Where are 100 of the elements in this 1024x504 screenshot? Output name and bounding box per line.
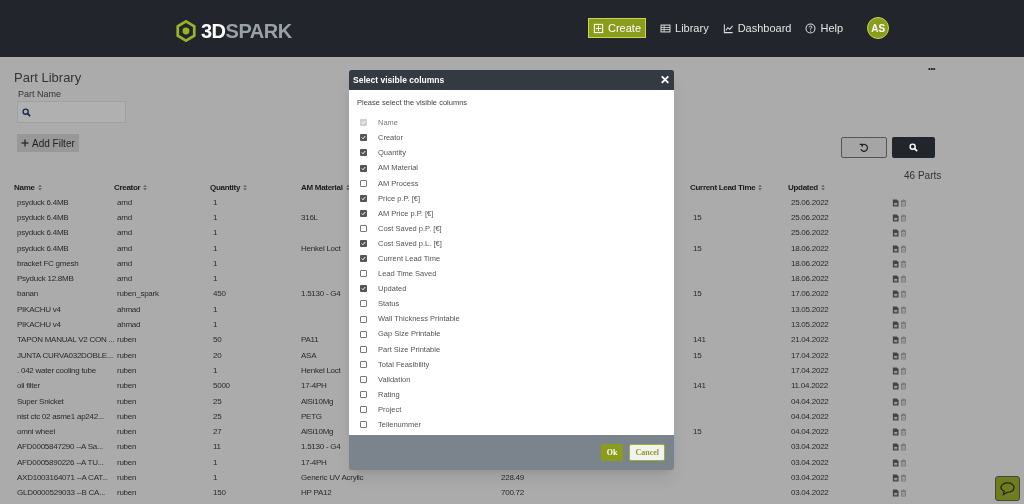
table-cell: 450 [213,289,226,299]
trash-icon [900,244,907,253]
table-cell: 228.49 [501,473,524,482]
table-cell: arnd [117,212,132,222]
table-cell: 21.04.2022 [791,335,829,345]
column-header[interactable]: Creator [114,181,141,194]
checkbox[interactable] [360,330,367,338]
table-cell: 1 [213,228,218,238]
trash-icon [900,489,907,498]
add-filter-button[interactable]: Add Filter [17,134,79,152]
column-header[interactable]: Current Lead Time [690,181,756,194]
table-cell: arnd [117,243,132,253]
nav-link[interactable]: Help [805,19,844,37]
table-cell: psyduck 6.4MB [17,228,69,238]
table-cell: PIKACHU v4 [17,320,61,329]
trash-icon [900,474,907,482]
reset-button[interactable] [841,137,887,158]
checkbox[interactable] [360,270,367,278]
table-cell: ahmad [117,320,141,329]
table-cell: bracket FC gmesh [17,258,79,268]
table-cell: 17.04.2022 [791,365,829,375]
checkbox[interactable] [360,406,367,414]
checkbox[interactable] [360,224,367,232]
table-cell: AlSi10Mg [301,396,334,406]
checkbox[interactable] [360,375,367,383]
table-cell: PA11 [301,335,319,345]
table-cell: TAPON MANUAL V2 CON ... [17,335,115,345]
table-cell: 1 [213,304,218,314]
table-cell: ruben [117,350,137,360]
table-cell: 04.04.2022 [791,411,829,421]
table-cell: 15 [693,243,702,253]
plus-icon [21,139,29,147]
checkbox[interactable] [360,240,367,248]
checkbox[interactable] [360,179,367,187]
table-cell: 17-4PH [301,381,327,391]
table-cell: 141 [693,335,706,345]
search-button[interactable] [892,137,935,158]
document-icon [892,458,899,467]
document-icon [892,474,899,482]
table-cell: psyduck 6.4MB [17,243,69,253]
search-icon [22,107,31,117]
table-cell: Henkel Loct [301,365,341,375]
trash-icon [900,290,907,299]
table-cell: 15 [693,427,702,437]
nav-link[interactable]: Library [660,19,709,37]
document-icon [892,397,899,406]
table-cell: PETG [301,411,322,421]
parts-count: 46 Parts [904,169,942,183]
checkbox[interactable] [360,285,367,293]
checkbox[interactable] [360,421,367,429]
trash-icon [900,366,907,375]
table-cell: 17-4PH [301,457,327,467]
table-cell: psyduck 6.4MB [17,197,69,207]
table-cell: Psyduck 12.8MB [17,274,74,284]
table-cell: ruben [117,488,137,498]
table-cell: 1 [213,197,218,207]
checkbox[interactable] [360,134,367,142]
document-icon [892,336,899,345]
trash-icon [900,443,907,452]
table-cell: 1 [213,473,218,482]
close-button[interactable]: ✕ [660,74,670,86]
nav-link[interactable]: Dashboard [722,19,792,37]
column-header[interactable]: Quantity [210,181,241,194]
search-field[interactable] [17,101,126,123]
checkbox[interactable] [360,360,367,368]
table-cell: 150 [213,488,226,498]
trash-icon [900,382,907,391]
checkbox[interactable] [360,164,367,172]
column-header[interactable]: Name [14,181,35,194]
table-cell: 5000 [213,381,230,391]
trash-icon [900,428,907,437]
sort-icon [344,184,351,191]
plus-square-icon [593,22,604,34]
document-icon [892,259,899,268]
column-header[interactable]: AM Material [301,181,343,194]
sort-icon [36,184,43,191]
table-cell: ruben [117,473,137,482]
checkbox[interactable] [360,209,367,217]
checkbox[interactable] [360,149,367,157]
table-cell: 25 [213,396,222,406]
checkbox[interactable] [360,300,367,308]
checkbox[interactable] [360,315,367,323]
table-cell: . 042 water cooling tube [17,365,96,375]
table-cell: 15 [693,212,702,222]
column-header[interactable]: Updated [788,181,818,194]
checkbox[interactable] [360,255,367,263]
table-cell: 15 [693,289,702,299]
table-cell: 1 [213,457,218,467]
more-menu-button[interactable]: ••• [928,63,936,75]
document-icon [892,443,899,452]
checkbox[interactable] [360,345,367,353]
document-icon [892,305,899,314]
checkbox[interactable] [360,391,367,398]
checkbox[interactable] [360,194,367,202]
table-cell: ruben [117,365,137,375]
document-icon [892,290,899,299]
dialog-title: Select visible columns [353,73,445,87]
chat-button[interactable] [995,476,1020,501]
table-cell: arnd [117,258,132,268]
sort-icon [757,184,764,191]
